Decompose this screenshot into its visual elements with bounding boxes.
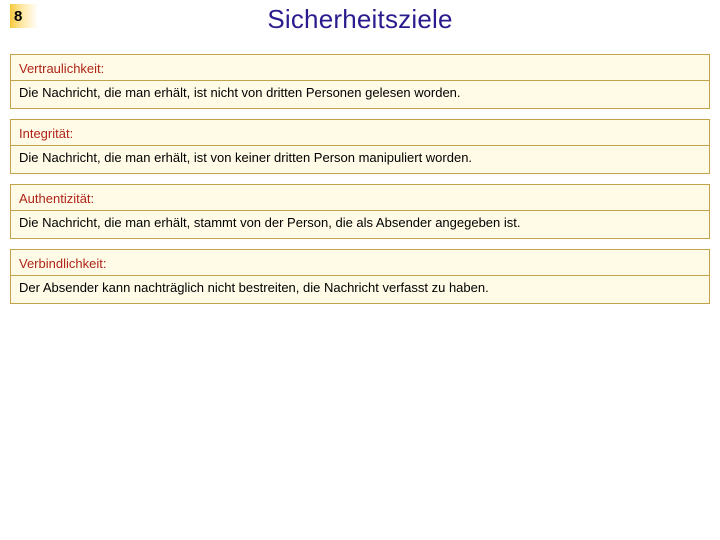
goal-desc: Der Absender kann nachträglich nicht bes… [11,275,709,303]
goal-block: Authentizität: Die Nachricht, die man er… [10,184,710,239]
goal-desc: Die Nachricht, die man erhält, ist von k… [11,145,709,173]
slide: 8 Sicherheitsziele Vertraulichkeit: Die … [0,0,720,540]
slide-title: Sicherheitsziele [0,4,720,35]
goal-term: Vertraulichkeit: [11,55,709,80]
goal-term: Integrität: [11,120,709,145]
goal-block: Vertraulichkeit: Die Nachricht, die man … [10,54,710,109]
goal-block: Verbindlichkeit: Der Absender kann nacht… [10,249,710,304]
goal-block: Integrität: Die Nachricht, die man erhäl… [10,119,710,174]
slide-header: 8 Sicherheitsziele [0,0,720,44]
goal-term: Authentizität: [11,185,709,210]
goal-term: Verbindlichkeit: [11,250,709,275]
goal-desc: Die Nachricht, die man erhält, ist nicht… [11,80,709,108]
slide-content: Vertraulichkeit: Die Nachricht, die man … [0,54,720,304]
goal-desc: Die Nachricht, die man erhält, stammt vo… [11,210,709,238]
